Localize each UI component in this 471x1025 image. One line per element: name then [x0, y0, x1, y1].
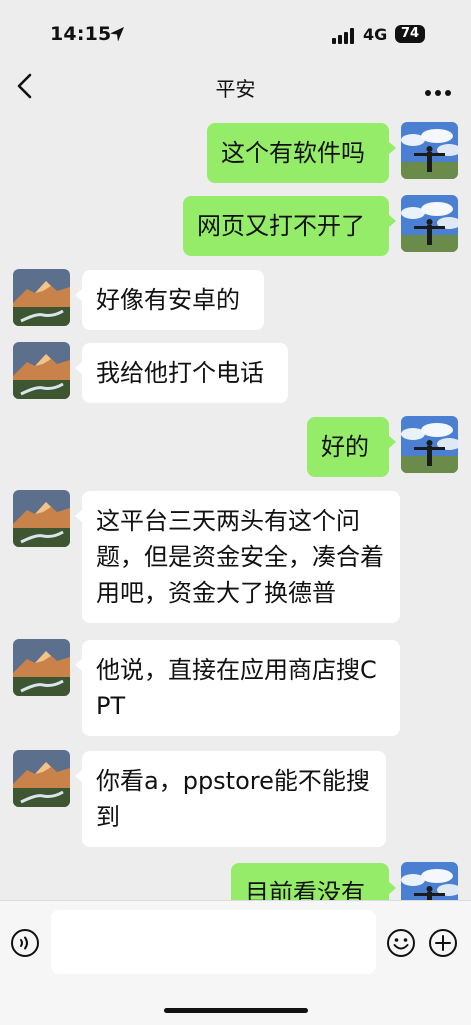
input-bar: [0, 900, 471, 1025]
status-time: 14:15: [50, 23, 112, 45]
mountain-landscape-photo: [13, 490, 70, 547]
avatar-contact[interactable]: [13, 490, 70, 547]
person-sky-photo: [401, 416, 458, 473]
signal-icon: [332, 28, 356, 48]
nav-bar: 平安: [0, 64, 471, 108]
message-bubble-sent[interactable]: 好的: [307, 417, 396, 477]
message-bubble-sent[interactable]: 网页又打不开了: [183, 196, 396, 256]
chat-title: 平安: [215, 77, 256, 101]
message-bubble-received[interactable]: 这平台三天两头有这个问题，但是资金安全，凑合着用吧，资金大了换德普: [75, 491, 400, 623]
status-bar: 14:15 4G 74: [0, 0, 471, 64]
mountain-landscape-photo: [13, 639, 70, 696]
avatar-contact[interactable]: [13, 269, 70, 326]
avatar-contact[interactable]: [13, 639, 70, 696]
message-bubble-received[interactable]: 好像有安卓的: [75, 270, 264, 330]
voice-icon[interactable]: [10, 928, 40, 962]
avatar-contact[interactable]: [13, 750, 70, 807]
message-list[interactable]: 这个有软件吗 网页又打不开了 好像有安卓的 我给他打个电话 好的 这平台三天两头…: [0, 110, 471, 900]
home-indicator[interactable]: [164, 1008, 308, 1013]
avatar-self[interactable]: [401, 862, 458, 900]
avatar-self[interactable]: [401, 195, 458, 252]
message-bubble-received[interactable]: 你看a，ppstore能不能搜到: [75, 751, 386, 847]
mountain-landscape-photo: [13, 342, 70, 399]
battery-icon: 74: [395, 25, 425, 43]
avatar-self[interactable]: [401, 122, 458, 179]
person-sky-photo: [401, 122, 458, 179]
message-bubble-sent[interactable]: 这个有软件吗: [207, 123, 396, 183]
location-arrow-icon: [108, 25, 126, 47]
message-bubble-sent[interactable]: 目前看没有: [231, 863, 396, 900]
message-bubble-received[interactable]: 他说，直接在应用商店搜CPT: [75, 640, 400, 736]
emoji-icon[interactable]: [386, 928, 416, 962]
person-sky-photo: [401, 195, 458, 252]
avatar-contact[interactable]: [13, 342, 70, 399]
avatar-self[interactable]: [401, 416, 458, 473]
more-dots-icon[interactable]: [424, 82, 452, 101]
network-label: 4G: [363, 25, 388, 44]
person-sky-photo: [401, 862, 458, 900]
message-bubble-received[interactable]: 我给他打个电话: [75, 343, 288, 403]
plus-icon[interactable]: [428, 928, 458, 962]
mountain-landscape-photo: [13, 269, 70, 326]
message-input[interactable]: [51, 910, 376, 974]
mountain-landscape-photo: [13, 750, 70, 807]
